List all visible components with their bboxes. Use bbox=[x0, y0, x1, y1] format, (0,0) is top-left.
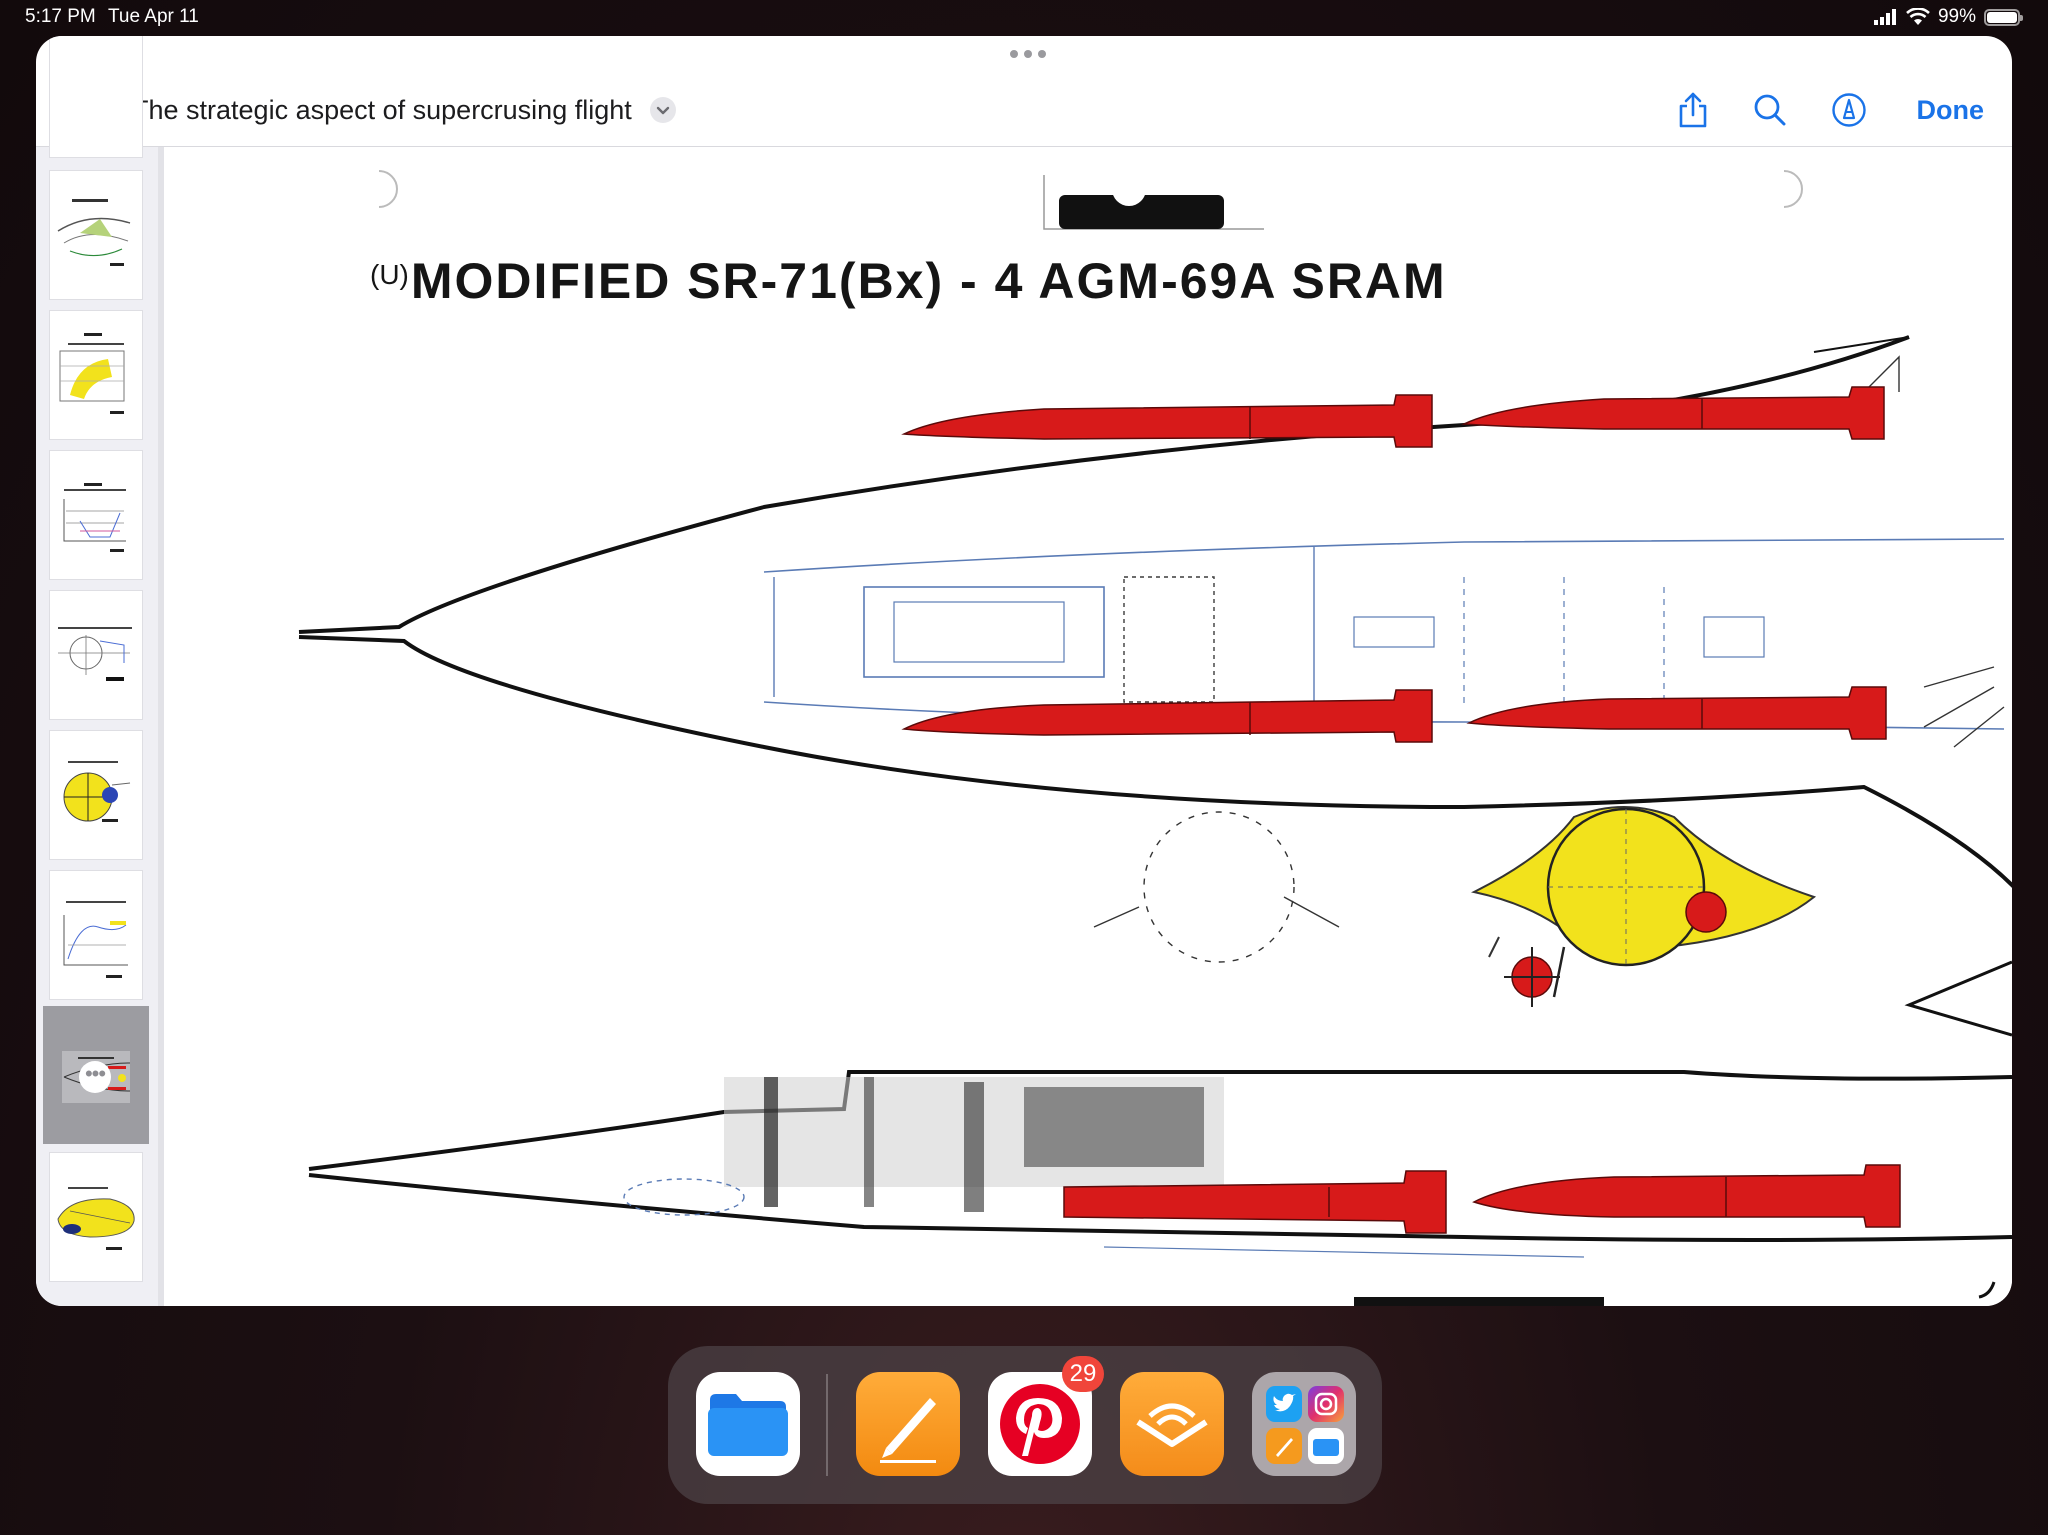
battery-icon bbox=[1984, 8, 2023, 26]
document-title[interactable]: The strategic aspect of supercrusing fli… bbox=[132, 90, 632, 130]
battery-percentage: 99% bbox=[1937, 6, 1976, 27]
more-options-icon[interactable]: ••• bbox=[79, 1061, 111, 1093]
page-thumbnail-1[interactable] bbox=[50, 36, 142, 157]
dock: 29 bbox=[668, 1346, 1382, 1504]
page-thumbnail-9[interactable] bbox=[50, 1153, 142, 1281]
pinterest-notification-badge: 29 bbox=[1062, 1356, 1104, 1392]
status-bar: 5:17 PM Tue Apr 11 99% bbox=[0, 0, 2048, 36]
dock-app-audible[interactable] bbox=[1120, 1372, 1224, 1476]
thumbnail-image bbox=[63, 761, 131, 822]
page-thumbnail-3[interactable] bbox=[50, 311, 142, 439]
pages-mini-icon bbox=[1266, 1428, 1302, 1464]
page-thumbnail-2[interactable] bbox=[50, 171, 142, 299]
thumbnail-image bbox=[58, 627, 132, 681]
chevron-down-icon bbox=[656, 106, 670, 115]
page-thumbnail-sidebar[interactable]: ••• bbox=[36, 36, 164, 1306]
page-thumbnail-7[interactable] bbox=[50, 871, 142, 999]
instagram-mini-icon bbox=[1308, 1386, 1344, 1422]
aircraft-drawing bbox=[298, 170, 2012, 1306]
share-icon[interactable] bbox=[1677, 91, 1709, 129]
thumbnail-image bbox=[63, 901, 128, 978]
thumbnail-image bbox=[57, 199, 131, 266]
dock-app-library[interactable] bbox=[1252, 1372, 1356, 1476]
toolbar: The strategic aspect of supercrusing fli… bbox=[36, 76, 2012, 144]
dock-separator bbox=[826, 1374, 828, 1476]
page-thumbnail-8-selected[interactable]: ••• bbox=[48, 1011, 144, 1139]
pages-app-icon bbox=[880, 1398, 936, 1463]
markup-icon[interactable] bbox=[1831, 92, 1867, 128]
page-thumbnail-5[interactable] bbox=[50, 591, 142, 719]
status-time: 5:17 PM bbox=[25, 6, 96, 27]
pdf-viewer-window: The strategic aspect of supercrusing fli… bbox=[36, 36, 2012, 1306]
thumbnail-image bbox=[59, 333, 125, 414]
cellular-signal-icon bbox=[1873, 9, 1896, 25]
page-thumbnail-4[interactable] bbox=[50, 451, 142, 579]
done-button[interactable]: Done bbox=[1917, 95, 1985, 126]
status-right: 99% bbox=[1873, 6, 2023, 28]
multitasking-grabber[interactable] bbox=[1010, 50, 1046, 58]
dock-app-pages[interactable] bbox=[856, 1372, 960, 1476]
wifi-icon bbox=[1906, 8, 1930, 25]
twitter-mini-icon bbox=[1266, 1386, 1302, 1422]
audible-app-icon bbox=[1136, 1403, 1208, 1447]
thumbnail-image bbox=[63, 483, 126, 552]
toolbar-actions: Done bbox=[1677, 76, 1985, 144]
status-date: Tue Apr 11 bbox=[108, 6, 199, 27]
thumbnail-image bbox=[57, 1187, 135, 1250]
battery-fill bbox=[1987, 11, 2017, 23]
files-app-icon bbox=[708, 1394, 788, 1456]
document-page[interactable]: (U)MODIFIED SR-71(Bx) - 4 AGM-69A SRAM bbox=[164, 147, 2012, 1306]
title-menu-button[interactable] bbox=[650, 97, 676, 123]
dock-app-files[interactable] bbox=[696, 1372, 800, 1476]
page-thumbnail-6[interactable] bbox=[50, 731, 142, 859]
files-mini-icon bbox=[1308, 1428, 1344, 1464]
search-icon[interactable] bbox=[1753, 93, 1787, 127]
